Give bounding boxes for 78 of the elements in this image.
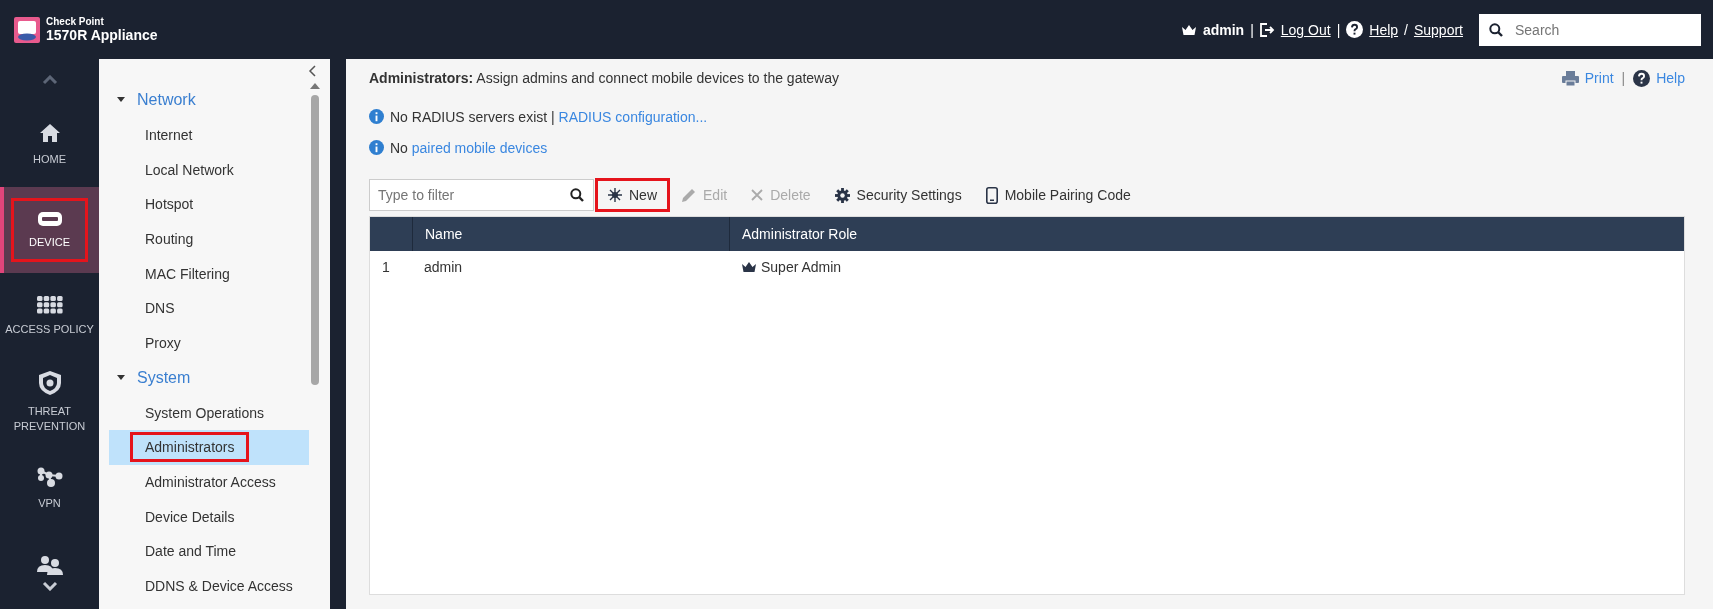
page-description: Administrators: Assign admins and connect mobile devices to the gateway xyxy=(369,70,839,86)
search-icon xyxy=(570,188,584,202)
column-header[interactable]: Administrator Role xyxy=(729,217,1684,251)
logout-icon xyxy=(1259,22,1275,37)
toolbar-button[interactable]: Security Settings xyxy=(824,181,972,209)
sparkle-icon xyxy=(608,188,622,202)
notice-text: No paired mobile devices xyxy=(390,139,548,156)
notice-text: No RADIUS servers exist | RADIUS configuration... xyxy=(390,108,708,125)
tree-item[interactable]: Local Network xyxy=(109,152,309,188)
collapse-icon[interactable] xyxy=(308,65,316,77)
search-icon xyxy=(1489,22,1503,37)
nav-label: THREAT PREVENTION xyxy=(12,404,87,434)
help-icon xyxy=(1633,69,1651,87)
tree-group[interactable]: System xyxy=(109,360,330,396)
logout-link[interactable]: Log Out xyxy=(1280,21,1331,38)
close-icon xyxy=(751,189,764,201)
separator: | xyxy=(1336,21,1341,38)
filter-field[interactable]: Type to filter xyxy=(369,179,594,211)
column-header[interactable]: Name xyxy=(412,217,729,251)
product-name: 1570R Appliance xyxy=(46,27,158,43)
table-cell: Super Admin xyxy=(761,259,842,275)
tree-item[interactable]: Proxy xyxy=(109,325,309,361)
help-link[interactable]: Help xyxy=(1369,21,1399,38)
tree-item[interactable]: Routing xyxy=(109,221,309,257)
tree-item[interactable]: Internet xyxy=(109,117,309,153)
username: admin xyxy=(1202,21,1245,38)
nav-item[interactable]: ACCESS POLICY xyxy=(0,273,99,359)
nav-item[interactable]: THREAT PREVENTION xyxy=(0,359,99,445)
scrollbar-thumb[interactable] xyxy=(311,95,319,385)
toolbar-button[interactable]: New xyxy=(598,181,667,209)
device-icon xyxy=(36,210,63,227)
table-row[interactable]: 1 admin Super Admin xyxy=(370,251,1684,283)
tree-item[interactable]: MAC Filtering xyxy=(109,256,309,292)
scroll-up-icon[interactable] xyxy=(310,83,320,89)
tree-item[interactable]: DNS xyxy=(109,291,309,326)
chevron-down-icon[interactable] xyxy=(41,581,58,591)
pencil-icon xyxy=(681,187,696,203)
brand-subtitle: Check Point xyxy=(46,16,105,27)
shield-icon xyxy=(37,370,62,397)
separator: / xyxy=(1404,21,1408,38)
table-cell-text: admin xyxy=(423,258,464,277)
tree-item[interactable]: Administrator Access xyxy=(109,464,309,500)
separator: | xyxy=(1250,21,1254,38)
home-icon xyxy=(38,121,61,144)
tree-item[interactable]: Date and Time xyxy=(109,533,309,569)
nav-item[interactable]: VPN xyxy=(0,445,99,531)
tree-item[interactable]: System Operations xyxy=(109,395,309,430)
crown-icon xyxy=(1180,23,1197,36)
tree-item[interactable]: Administrators xyxy=(109,429,309,465)
support-link[interactable]: Support xyxy=(1413,21,1463,38)
network-icon xyxy=(36,465,63,488)
nav-label: ACCESS POLICY xyxy=(5,321,94,337)
chevron-up-icon[interactable] xyxy=(41,75,58,85)
separator: | xyxy=(1621,70,1626,86)
nav-label: VPN xyxy=(38,495,61,511)
users-icon xyxy=(36,555,63,575)
tree-item[interactable]: Hotspot xyxy=(109,187,309,222)
tree-item[interactable]: DDNS & Device Access xyxy=(109,568,309,604)
settings-icon xyxy=(834,187,850,203)
info-icon xyxy=(369,140,384,155)
grid-icon xyxy=(36,295,63,314)
row-number: 1 xyxy=(381,258,391,277)
printer-icon xyxy=(1561,70,1579,86)
nav-item[interactable]: HOME xyxy=(0,101,99,187)
caret-icon xyxy=(117,97,125,104)
nav-item[interactable]: DEVICE xyxy=(0,187,99,273)
info-icon xyxy=(369,109,384,124)
tree-group[interactable]: Network xyxy=(109,83,330,118)
logo-icon xyxy=(14,16,40,43)
nav-label: DEVICE xyxy=(29,234,70,250)
nav-label: HOME xyxy=(33,151,66,167)
tree-item[interactable]: Device Details xyxy=(109,499,309,534)
phone-icon xyxy=(985,186,998,204)
crown-icon xyxy=(741,261,757,273)
caret-icon xyxy=(117,374,125,381)
toolbar-button[interactable]: Mobile Pairing Code xyxy=(975,180,1141,210)
search-field[interactable]: Search xyxy=(1479,13,1701,46)
help-icon xyxy=(1346,21,1364,38)
